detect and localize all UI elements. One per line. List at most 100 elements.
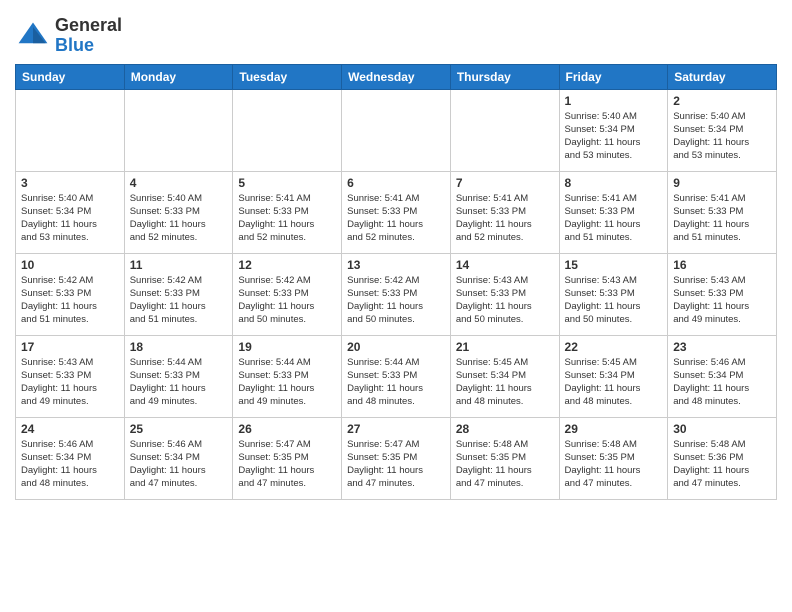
day-info: Sunrise: 5:43 AM Sunset: 5:33 PM Dayligh…: [565, 274, 663, 327]
day-number: 25: [130, 422, 228, 436]
day-number: 28: [456, 422, 554, 436]
day-number: 7: [456, 176, 554, 190]
calendar-day-18: 18 Sunrise: 5:44 AM Sunset: 5:33 PM Dayli…: [124, 335, 233, 417]
calendar-day-23: 23 Sunrise: 5:46 AM Sunset: 5:34 PM Dayli…: [668, 335, 777, 417]
day-number: 20: [347, 340, 445, 354]
calendar-day-2: 2 Sunrise: 5:40 AM Sunset: 5:34 PM Daylig…: [668, 89, 777, 171]
calendar-empty-cell: [16, 89, 125, 171]
logo-blue-line: Blue: [55, 36, 122, 56]
calendar-week-row: 1 Sunrise: 5:40 AM Sunset: 5:34 PM Daylig…: [16, 89, 777, 171]
calendar-day-28: 28 Sunrise: 5:48 AM Sunset: 5:35 PM Dayli…: [450, 417, 559, 499]
calendar-day-14: 14 Sunrise: 5:43 AM Sunset: 5:33 PM Dayli…: [450, 253, 559, 335]
calendar-week-row: 3 Sunrise: 5:40 AM Sunset: 5:34 PM Daylig…: [16, 171, 777, 253]
day-number: 30: [673, 422, 771, 436]
day-number: 10: [21, 258, 119, 272]
day-info: Sunrise: 5:41 AM Sunset: 5:33 PM Dayligh…: [673, 192, 771, 245]
day-info: Sunrise: 5:41 AM Sunset: 5:33 PM Dayligh…: [565, 192, 663, 245]
day-info: Sunrise: 5:48 AM Sunset: 5:35 PM Dayligh…: [456, 438, 554, 491]
calendar-week-row: 17 Sunrise: 5:43 AM Sunset: 5:33 PM Dayli…: [16, 335, 777, 417]
day-number: 16: [673, 258, 771, 272]
day-number: 11: [130, 258, 228, 272]
calendar-day-13: 13Sunrise: 5:42 AM Sunset: 5:33 PM Dayli…: [342, 253, 451, 335]
day-number: 18: [130, 340, 228, 354]
day-number: 14: [456, 258, 554, 272]
calendar-empty-cell: [450, 89, 559, 171]
calendar-day-20: 20 Sunrise: 5:44 AM Sunset: 5:33 PM Dayli…: [342, 335, 451, 417]
calendar-day-27: 27Sunrise: 5:47 AM Sunset: 5:35 PM Dayli…: [342, 417, 451, 499]
day-info: Sunrise: 5:42 AM Sunset: 5:33 PM Dayligh…: [238, 274, 336, 327]
day-info: Sunrise: 5:44 AM Sunset: 5:33 PM Dayligh…: [347, 356, 445, 409]
calendar-day-24: 24 Sunrise: 5:46 AM Sunset: 5:34 PM Dayli…: [16, 417, 125, 499]
calendar-day-22: 22Sunrise: 5:45 AM Sunset: 5:34 PM Dayli…: [559, 335, 668, 417]
calendar-day-5: 5Sunrise: 5:41 AM Sunset: 5:33 PM Daylig…: [233, 171, 342, 253]
day-info: Sunrise: 5:46 AM Sunset: 5:34 PM Dayligh…: [130, 438, 228, 491]
weekday-header-friday: Friday: [559, 64, 668, 89]
day-info: Sunrise: 5:42 AM Sunset: 5:33 PM Dayligh…: [21, 274, 119, 327]
weekday-header-monday: Monday: [124, 64, 233, 89]
day-number: 3: [21, 176, 119, 190]
calendar-day-12: 12 Sunrise: 5:42 AM Sunset: 5:33 PM Dayli…: [233, 253, 342, 335]
logo-icon: [15, 18, 51, 54]
day-info: Sunrise: 5:40 AM Sunset: 5:34 PM Dayligh…: [565, 110, 663, 163]
day-info: Sunrise: 5:45 AM Sunset: 5:34 PM Dayligh…: [565, 356, 663, 409]
calendar-empty-cell: [342, 89, 451, 171]
logo-general: General: [55, 15, 122, 35]
day-info: Sunrise: 5:40 AM Sunset: 5:34 PM Dayligh…: [21, 192, 119, 245]
day-number: 6: [347, 176, 445, 190]
calendar-empty-cell: [233, 89, 342, 171]
day-info: Sunrise: 5:40 AM Sunset: 5:34 PM Dayligh…: [673, 110, 771, 163]
day-number: 15: [565, 258, 663, 272]
header: General Blue: [15, 10, 777, 56]
day-number: 1: [565, 94, 663, 108]
day-number: 29: [565, 422, 663, 436]
day-number: 8: [565, 176, 663, 190]
day-info: Sunrise: 5:43 AM Sunset: 5:33 PM Dayligh…: [21, 356, 119, 409]
day-info: Sunrise: 5:48 AM Sunset: 5:36 PM Dayligh…: [673, 438, 771, 491]
day-number: 23: [673, 340, 771, 354]
calendar-table: SundayMondayTuesdayWednesdayThursdayFrid…: [15, 64, 777, 500]
day-number: 2: [673, 94, 771, 108]
day-info: Sunrise: 5:43 AM Sunset: 5:33 PM Dayligh…: [456, 274, 554, 327]
day-number: 13: [347, 258, 445, 272]
calendar-day-6: 6 Sunrise: 5:41 AM Sunset: 5:33 PM Daylig…: [342, 171, 451, 253]
page: General Blue SundayMondayTuesdayWednesda…: [0, 0, 792, 515]
logo-text: General Blue: [55, 16, 122, 56]
day-number: 24: [21, 422, 119, 436]
calendar-day-11: 11Sunrise: 5:42 AM Sunset: 5:33 PM Dayli…: [124, 253, 233, 335]
day-number: 17: [21, 340, 119, 354]
calendar-day-3: 3 Sunrise: 5:40 AM Sunset: 5:34 PM Daylig…: [16, 171, 125, 253]
day-info: Sunrise: 5:46 AM Sunset: 5:34 PM Dayligh…: [21, 438, 119, 491]
day-info: Sunrise: 5:46 AM Sunset: 5:34 PM Dayligh…: [673, 356, 771, 409]
day-info: Sunrise: 5:40 AM Sunset: 5:33 PM Dayligh…: [130, 192, 228, 245]
calendar-header-row: SundayMondayTuesdayWednesdayThursdayFrid…: [16, 64, 777, 89]
calendar-day-1: 1 Sunrise: 5:40 AM Sunset: 5:34 PM Daylig…: [559, 89, 668, 171]
logo: General Blue: [15, 16, 122, 56]
calendar-day-29: 29Sunrise: 5:48 AM Sunset: 5:35 PM Dayli…: [559, 417, 668, 499]
day-number: 4: [130, 176, 228, 190]
calendar-day-30: 30 Sunrise: 5:48 AM Sunset: 5:36 PM Dayli…: [668, 417, 777, 499]
day-info: Sunrise: 5:44 AM Sunset: 5:33 PM Dayligh…: [238, 356, 336, 409]
day-info: Sunrise: 5:47 AM Sunset: 5:35 PM Dayligh…: [238, 438, 336, 491]
day-info: Sunrise: 5:47 AM Sunset: 5:35 PM Dayligh…: [347, 438, 445, 491]
calendar-day-7: 7 Sunrise: 5:41 AM Sunset: 5:33 PM Daylig…: [450, 171, 559, 253]
weekday-header-sunday: Sunday: [16, 64, 125, 89]
calendar-day-26: 26 Sunrise: 5:47 AM Sunset: 5:35 PM Dayli…: [233, 417, 342, 499]
weekday-header-saturday: Saturday: [668, 64, 777, 89]
day-number: 5: [238, 176, 336, 190]
calendar-empty-cell: [124, 89, 233, 171]
calendar-day-21: 21Sunrise: 5:45 AM Sunset: 5:34 PM Dayli…: [450, 335, 559, 417]
day-info: Sunrise: 5:41 AM Sunset: 5:33 PM Dayligh…: [347, 192, 445, 245]
day-info: Sunrise: 5:41 AM Sunset: 5:33 PM Dayligh…: [456, 192, 554, 245]
day-info: Sunrise: 5:44 AM Sunset: 5:33 PM Dayligh…: [130, 356, 228, 409]
calendar-day-17: 17 Sunrise: 5:43 AM Sunset: 5:33 PM Dayli…: [16, 335, 125, 417]
day-number: 12: [238, 258, 336, 272]
calendar-day-9: 9Sunrise: 5:41 AM Sunset: 5:33 PM Daylig…: [668, 171, 777, 253]
calendar-week-row: 24 Sunrise: 5:46 AM Sunset: 5:34 PM Dayli…: [16, 417, 777, 499]
day-info: Sunrise: 5:45 AM Sunset: 5:34 PM Dayligh…: [456, 356, 554, 409]
day-number: 26: [238, 422, 336, 436]
calendar-day-10: 10 Sunrise: 5:42 AM Sunset: 5:33 PM Dayli…: [16, 253, 125, 335]
calendar-day-25: 25 Sunrise: 5:46 AM Sunset: 5:34 PM Dayli…: [124, 417, 233, 499]
calendar-day-4: 4 Sunrise: 5:40 AM Sunset: 5:33 PM Daylig…: [124, 171, 233, 253]
calendar-week-row: 10 Sunrise: 5:42 AM Sunset: 5:33 PM Dayli…: [16, 253, 777, 335]
calendar-day-15: 15 Sunrise: 5:43 AM Sunset: 5:33 PM Dayli…: [559, 253, 668, 335]
